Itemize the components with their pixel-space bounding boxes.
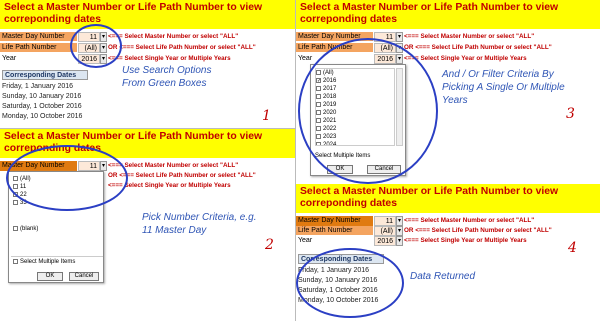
panel-title: Select a Master Number or Life Path Numb… [0, 0, 295, 29]
year-instruction: <=== Select Single Year or Multiple Year… [108, 55, 231, 62]
filter-dropdown-icon[interactable]: ▾ [396, 216, 403, 226]
annotation-note: Data Returned [410, 271, 476, 282]
master-instruction: <=== Select Master Number or select "ALL… [108, 162, 239, 169]
date-row: Saturday, 1 October 2016 [2, 103, 82, 110]
year-label: Year [2, 55, 17, 62]
panel-2: Select a Master Number or Life Path Numb… [0, 129, 295, 321]
highlight-oval [296, 248, 404, 318]
date-row: Sunday, 10 January 2016 [2, 93, 82, 100]
year-row: Year 2016 ▾ <=== Select Single Year or M… [0, 54, 295, 64]
life-instruction: OR <=== Select Life Path Number or selec… [108, 44, 256, 51]
master-row: Master Day Number 11 ▾ <=== Select Maste… [0, 32, 295, 42]
life-instruction: OR <=== Select Life Path Number or selec… [404, 227, 552, 234]
panel-3: Select a Master Number or Life Path Numb… [296, 0, 600, 200]
step-number: 1 [262, 108, 271, 124]
life-value[interactable]: (All) [374, 226, 396, 236]
step-number: 3 [566, 106, 575, 122]
step-number: 2 [265, 237, 274, 253]
select-multiple-toggle[interactable]: Select Multiple Items [13, 259, 75, 265]
year-row: Year 2016 ▾ <=== Select Single Year or M… [296, 236, 600, 246]
life-row: Life Path Number (All) ▾ OR <=== Select … [296, 226, 600, 236]
life-label: Life Path Number [296, 226, 373, 236]
life-instruction-row: OR <=== Select Life Path Number or selec… [108, 171, 288, 181]
divider [11, 256, 103, 257]
master-row: Master Day Number 11 ▾ <=== Select Maste… [296, 32, 600, 42]
highlight-oval [70, 24, 122, 68]
filter-dropdown-icon[interactable]: ▾ [396, 32, 403, 42]
filter-dropdown-icon[interactable]: ▾ [396, 236, 403, 246]
master-label: Master Day Number [296, 216, 373, 226]
highlight-oval [6, 145, 128, 211]
year-label: Year [298, 237, 313, 244]
step-number: 4 [568, 240, 577, 256]
corresponding-dates-header: Corresponding Dates [2, 70, 88, 80]
panel-4: Select a Master Number or Life Path Numb… [296, 184, 600, 321]
life-row: Life Path Number (All) ▾ OR <=== Select … [0, 43, 295, 53]
master-instruction: <=== Select Master Number or select "ALL… [404, 217, 535, 224]
master-instruction: <=== Select Master Number or select "ALL… [108, 33, 239, 40]
date-row: Monday, 10 October 2016 [2, 113, 83, 120]
life-instruction: OR <=== Select Life Path Number or selec… [108, 172, 256, 179]
annotation-note: Use Search Options From Green Boxes [122, 65, 212, 89]
annotation-note: And / Or Filter Criteria By Picking A Si… [442, 69, 565, 106]
master-value[interactable]: 11 [374, 216, 396, 226]
annotation-note: Pick Number Criteria, e.g. 11 Master Day [142, 212, 257, 236]
master-label: Master Day Number [0, 32, 77, 42]
year-instruction-row: <=== Select Single Year or Multiple Year… [108, 181, 288, 191]
life-label: Life Path Number [0, 43, 77, 53]
year-instruction: <=== Select Single Year or Multiple Year… [404, 237, 527, 244]
filter-option[interactable]: (blank) [13, 225, 38, 233]
cancel-button[interactable]: Cancel [69, 272, 99, 281]
filter-dropdown-icon[interactable]: ▾ [396, 226, 403, 236]
year-instruction: <=== Select Single Year or Multiple Year… [404, 55, 527, 62]
panel-title: Select a Master Number or Life Path Numb… [296, 184, 600, 213]
highlight-oval [298, 38, 438, 184]
panel-1: Select a Master Number or Life Path Numb… [0, 0, 295, 128]
date-row: Friday, 1 January 2016 [2, 83, 74, 90]
master-instruction: <=== Select Master Number or select "ALL… [404, 33, 535, 40]
master-row: Master Day Number 11 ▾ <=== Select Maste… [296, 216, 600, 226]
ok-button[interactable]: OK [37, 272, 63, 281]
panel-title: Select a Master Number or Life Path Numb… [296, 0, 600, 29]
life-instruction: OR <=== Select Life Path Number or selec… [404, 44, 552, 51]
year-value[interactable]: 2016 [374, 236, 396, 246]
